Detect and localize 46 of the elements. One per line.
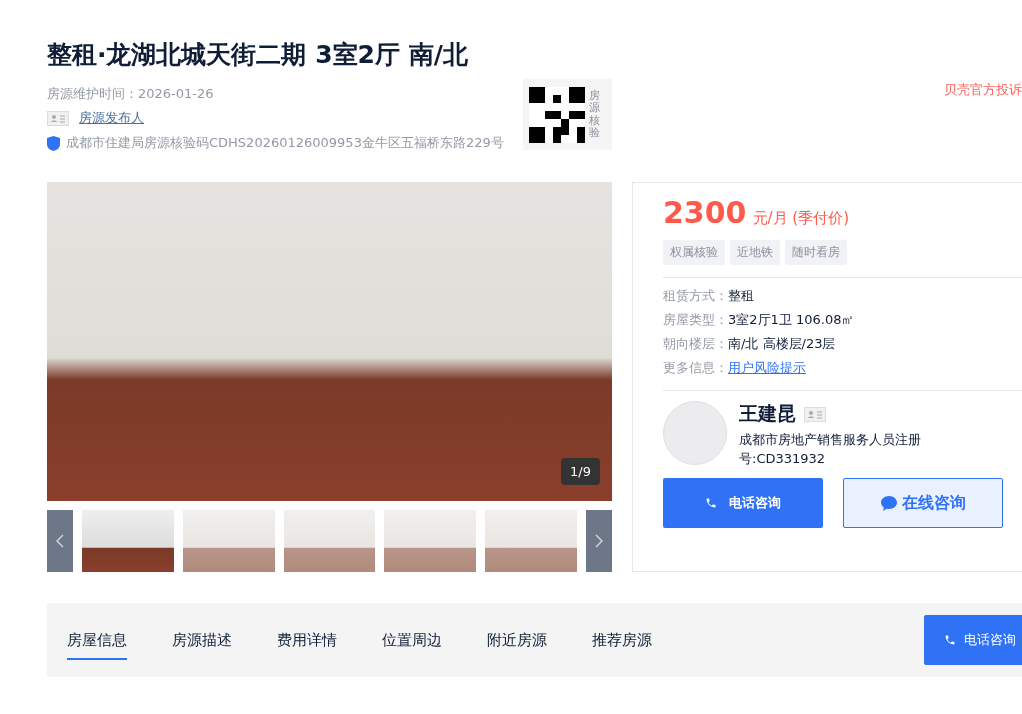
- section-tab[interactable]: 位置周边: [382, 620, 442, 660]
- section-tab[interactable]: 房屋信息: [67, 620, 127, 660]
- qr-code-icon: [529, 86, 585, 143]
- detail-value: 南/北 高楼层/23层: [728, 335, 836, 353]
- detail-value: 3室2厅1卫 106.08㎡: [728, 311, 855, 329]
- id-card-icon: [804, 406, 826, 422]
- listing-title: 整租·龙湖北城天街二期 3室2厅 南/北: [47, 39, 469, 71]
- photo-thumbnail[interactable]: [384, 510, 477, 572]
- previous-button[interactable]: [47, 510, 73, 572]
- agent-registration: 成都市房地产销售服务人员注册号:CD331932: [739, 431, 922, 468]
- publisher-link[interactable]: 房源发布人: [79, 109, 144, 127]
- detail-label: 房屋类型：: [663, 311, 728, 329]
- photo-thumbnail[interactable]: [283, 510, 376, 572]
- phone-icon: [705, 497, 717, 509]
- chat-bubble-icon: [880, 495, 897, 511]
- feature-tag: 权属核验: [663, 240, 725, 265]
- photo-thumbnail[interactable]: [182, 510, 275, 572]
- photo-counter: 1/9: [561, 458, 600, 485]
- shield-icon: [47, 136, 60, 151]
- maintenance-date: 房源维护时间：2026-01-26: [47, 85, 215, 103]
- detail-value: 整租: [728, 287, 754, 305]
- chevron-right-icon: [595, 534, 603, 548]
- detail-label: 租赁方式：: [663, 287, 728, 305]
- detail-label: 更多信息：: [663, 359, 728, 377]
- section-tab[interactable]: 附近房源: [487, 620, 547, 660]
- section-tab[interactable]: 房源描述: [172, 620, 232, 660]
- price-amount: 2300: [663, 195, 747, 230]
- phone-icon: [944, 634, 956, 646]
- photo-thumbnail[interactable]: [485, 510, 577, 572]
- id-card-icon: [47, 110, 69, 126]
- agent-name: 王建昆: [739, 401, 796, 426]
- phone-consult-button[interactable]: 电话咨询: [924, 615, 1022, 665]
- chevron-left-icon: [55, 534, 64, 548]
- next-button[interactable]: [586, 510, 612, 572]
- detail-label: 朝向楼层：: [663, 335, 728, 353]
- online-consult-button[interactable]: 在线咨询: [843, 478, 1003, 528]
- section-tab[interactable]: 推荐房源: [592, 620, 652, 660]
- risk-notice-link[interactable]: 用户风险提示: [728, 356, 806, 380]
- phone-consult-button[interactable]: 电话咨询: [663, 478, 823, 528]
- verification-code: 成都市住建局房源核验码CDHS20260126009953金牛区五福桥东路229号: [66, 134, 504, 152]
- photo-thumbnail[interactable]: [81, 510, 174, 572]
- feature-tag: 随时看房: [785, 240, 847, 265]
- qr-label: 房源核验: [589, 90, 600, 139]
- section-tab[interactable]: 费用详情: [277, 620, 337, 660]
- feature-tag: 近地铁: [730, 240, 780, 265]
- price-unit: 元/月 (季付价): [752, 209, 850, 228]
